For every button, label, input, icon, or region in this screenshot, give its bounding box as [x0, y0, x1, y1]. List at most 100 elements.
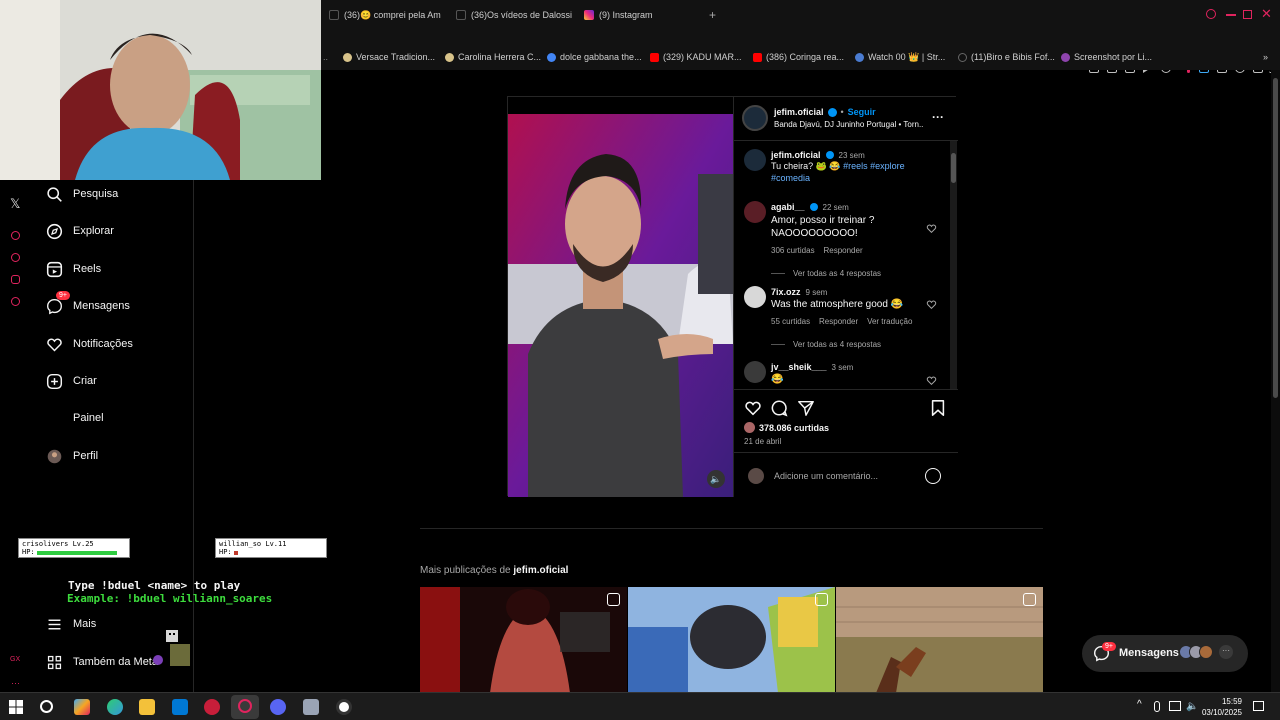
bookmark-icon	[855, 53, 864, 62]
bookmark-item[interactable]: (386) Coringa rea...	[753, 52, 844, 62]
like-icon[interactable]	[744, 399, 762, 417]
sidebar-item-reels[interactable]: Reels	[46, 258, 101, 280]
network-icon[interactable]	[1169, 701, 1181, 711]
emoji-icon[interactable]	[925, 468, 941, 484]
heart-icon	[47, 338, 62, 351]
comment-like-icon[interactable]	[926, 299, 937, 310]
share-icon[interactable]	[797, 399, 815, 417]
commenter-avatar[interactable]	[744, 361, 766, 383]
more-dots-icon[interactable]: ···	[11, 678, 20, 688]
volume-icon[interactable]: 🔈	[707, 470, 725, 488]
sidebar-item-dashboard[interactable]: Painel	[46, 407, 104, 429]
app-icon[interactable]	[204, 699, 220, 715]
messages-pill[interactable]: 9+ Mensagens ···	[1082, 635, 1248, 672]
volume-icon[interactable]: 🔈	[1186, 701, 1198, 712]
youtube-icon	[650, 52, 659, 62]
opera-gx-taskbar-button[interactable]	[231, 695, 259, 719]
view-replies[interactable]: Ver todas as 4 respostas	[771, 340, 881, 349]
tab-instagram[interactable]: (9) Instagram	[584, 6, 704, 24]
caption-header: jefim.oficial 23 sem	[771, 150, 865, 160]
sidebar-item-more[interactable]: Mais	[46, 613, 96, 635]
copilot-icon[interactable]	[74, 699, 90, 715]
search-icon[interactable]	[40, 700, 53, 713]
comments-scrollbar[interactable]	[950, 141, 957, 389]
restore-icon[interactable]	[1243, 10, 1252, 19]
follow-button[interactable]: Seguir	[848, 107, 876, 117]
audio-track[interactable]: Banda Djavú, DJ Juninho Portugal • Torn.…	[774, 120, 924, 129]
comment-header: jv__sheik___ 3 sem	[771, 362, 854, 372]
commenter-avatar[interactable]	[744, 201, 766, 223]
tab-1[interactable]: (36)😊 comprei pela Am	[329, 6, 449, 24]
search-icon[interactable]	[1206, 9, 1216, 19]
author-username[interactable]: jefim.oficial	[774, 107, 824, 117]
save-icon[interactable]	[930, 399, 946, 417]
more-options-icon[interactable]: ···	[932, 110, 944, 124]
sidebar-item-profile[interactable]: Perfil	[46, 445, 98, 467]
messenger-icon	[47, 298, 62, 314]
bookmark-item[interactable]: dolce gabbana the...	[547, 52, 642, 62]
notifications-icon[interactable]	[1253, 701, 1264, 711]
bookmark-item[interactable]: Screenshot por Li...	[1061, 52, 1152, 62]
toolbar	[321, 30, 1280, 73]
author-avatar[interactable]	[742, 105, 768, 131]
view-replies[interactable]: Ver todas as 4 respostas	[771, 269, 881, 278]
caption-text: Tu cheira? 🐸 😂 #reels #explore	[771, 161, 905, 171]
likes-count[interactable]: 378.086 curtidas	[744, 422, 829, 433]
chat-icon[interactable]	[11, 275, 20, 284]
more-post-thumbnail[interactable]	[420, 587, 627, 693]
close-icon[interactable]: ✕	[1261, 6, 1272, 22]
discord-icon[interactable]	[270, 699, 286, 715]
compass-icon	[46, 223, 63, 239]
obs-icon[interactable]	[336, 699, 352, 715]
more-post-thumbnail[interactable]	[628, 587, 835, 693]
commenter-avatar[interactable]	[744, 286, 766, 308]
edge-icon[interactable]	[107, 699, 123, 715]
bookmark-icon	[343, 52, 352, 62]
windows-start-icon[interactable]	[8, 699, 24, 715]
sidebar-item-create[interactable]: Criar	[46, 370, 97, 392]
sidebar-item-search[interactable]: Pesquisa	[46, 183, 118, 205]
bookmark-item[interactable]: Watch 00 👑 | Str...	[855, 52, 945, 63]
bookmark-item[interactable]: (11)Biro e Bibis Fof...	[958, 52, 1055, 62]
sidebar-item-notifications[interactable]: Notificações	[46, 333, 133, 355]
comment-like-icon[interactable]	[926, 223, 937, 234]
reel-video[interactable]: 🔈	[508, 114, 733, 497]
sidebar-item-messages[interactable]: Mensagens 9+	[46, 291, 130, 317]
comment-input[interactable]: Adicione um comentário...	[774, 471, 878, 481]
record-icon[interactable]	[11, 231, 20, 240]
hp-bar	[36, 550, 117, 555]
history-icon[interactable]	[11, 253, 20, 262]
comment-like-icon[interactable]	[926, 375, 937, 386]
instagram-sidebar: Pesquisa Explorar Reels Mensagens 9+ Not…	[18, 180, 327, 692]
page-scrollbar[interactable]	[1271, 70, 1280, 692]
app-icon[interactable]	[303, 699, 319, 715]
tiktok-icon	[329, 10, 339, 20]
clock[interactable]: 15:59 03/10/2025	[1200, 696, 1242, 718]
minimize-icon[interactable]	[1226, 14, 1236, 16]
outlook-icon[interactable]	[172, 699, 188, 715]
post-side-pane: jefim.oficial • Seguir Banda Djavú, DJ J…	[733, 97, 958, 497]
comment-icon[interactable]	[770, 399, 788, 417]
sidebar-item-explore[interactable]: Explorar	[46, 220, 114, 242]
player-hp-box: crisolivers Lv.25 HP:	[18, 538, 130, 558]
tab-2[interactable]: (36)Os vídeos de Dalossi	[456, 6, 576, 24]
more-posts-heading: Mais publicações de jefim.oficial	[420, 565, 569, 576]
file-explorer-icon[interactable]	[139, 699, 155, 715]
sidebar-item-also-meta[interactable]: Também da Meta	[46, 651, 158, 673]
author-avatar[interactable]	[744, 149, 766, 171]
verified-badge-icon	[827, 107, 837, 117]
x-icon[interactable]: 𝕏	[10, 196, 20, 212]
bookmark-item[interactable]: (329) KADU MAR...	[650, 52, 742, 62]
caption-hashtag[interactable]: #comedia	[771, 173, 810, 183]
microphone-icon[interactable]	[1154, 701, 1160, 712]
tray-overflow-icon[interactable]: ^	[1137, 699, 1142, 710]
bookmark-item[interactable]: Carolina Herrera C...	[445, 52, 541, 62]
hp-bar	[233, 550, 238, 555]
more-post-thumbnail[interactable]	[836, 587, 1043, 693]
comment-header: 7ix.ozz 9 sem	[771, 287, 828, 297]
bookmarks-overflow-icon[interactable]: »	[1263, 52, 1268, 62]
settings-icon[interactable]	[11, 297, 20, 306]
gx-icon[interactable]: GX	[10, 656, 20, 663]
new-tab-button[interactable]: +	[709, 6, 716, 24]
bookmark-item[interactable]: Versace Tradicion...	[343, 52, 435, 62]
